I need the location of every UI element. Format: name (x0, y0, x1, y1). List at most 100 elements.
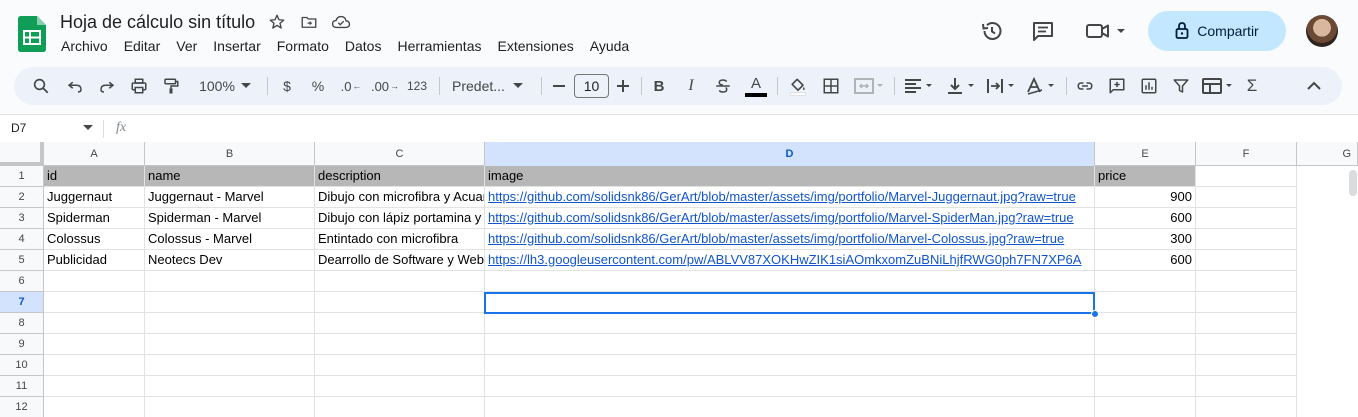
comments-icon[interactable] (1030, 18, 1056, 44)
cell[interactable]: id (44, 166, 145, 187)
cell[interactable] (485, 271, 1095, 292)
cell[interactable] (1196, 313, 1297, 334)
text-wrapping-icon[interactable] (984, 67, 1018, 105)
more-formats-button[interactable]: 123 (404, 67, 430, 105)
star-icon[interactable] (267, 12, 287, 32)
cell[interactable]: name (145, 166, 315, 187)
font-size-decrease-icon[interactable] (550, 67, 568, 105)
row-header[interactable]: 10 (0, 355, 44, 376)
cell[interactable] (145, 355, 315, 376)
row-header[interactable]: 2 (0, 187, 44, 208)
filter-views-icon[interactable] (1200, 67, 1236, 105)
font-family-select[interactable]: Predet... (450, 67, 532, 105)
cell[interactable] (485, 334, 1095, 355)
insert-comment-icon[interactable] (1106, 67, 1128, 105)
cell[interactable] (315, 355, 485, 376)
cell[interactable] (1095, 313, 1196, 334)
undo-icon[interactable] (64, 67, 86, 105)
cell[interactable] (1196, 166, 1297, 187)
filter-icon[interactable] (1170, 67, 1192, 105)
cell[interactable] (1196, 397, 1297, 417)
cell[interactable]: 600 (1095, 250, 1196, 271)
cell[interactable] (145, 397, 315, 417)
cell[interactable] (1196, 271, 1297, 292)
menu-insertar[interactable]: Insertar (205, 36, 268, 56)
column-header-f[interactable]: F (1196, 142, 1297, 166)
cell[interactable] (315, 271, 485, 292)
horizontal-align-icon[interactable] (902, 67, 936, 105)
cell[interactable] (1095, 397, 1196, 417)
row-header[interactable]: 7 (0, 292, 44, 313)
menu-datos[interactable]: Datos (337, 36, 390, 56)
cell[interactable]: description (315, 166, 485, 187)
row-header[interactable]: 1 (0, 166, 44, 187)
row-header[interactable]: 8 (0, 313, 44, 334)
cell[interactable]: Colossus - Marvel (145, 229, 315, 250)
cell[interactable]: 900 (1095, 187, 1196, 208)
row-header[interactable]: 11 (0, 376, 44, 397)
cell[interactable] (145, 376, 315, 397)
percent-format-button[interactable]: % (309, 67, 327, 105)
row-header[interactable]: 9 (0, 334, 44, 355)
borders-icon[interactable] (820, 67, 842, 105)
cell[interactable]: Spiderman (44, 208, 145, 229)
fill-color-icon[interactable] (786, 67, 810, 105)
paint-format-icon[interactable] (160, 67, 182, 105)
cell[interactable] (1196, 376, 1297, 397)
cell[interactable] (44, 376, 145, 397)
row-header[interactable]: 4 (0, 229, 44, 250)
menu-formato[interactable]: Formato (269, 36, 337, 56)
cell[interactable] (1196, 250, 1297, 271)
row-header[interactable]: 5 (0, 250, 44, 271)
cell[interactable] (44, 292, 145, 313)
sheets-logo-icon[interactable] (18, 16, 46, 52)
cell[interactable] (145, 334, 315, 355)
cell[interactable]: Dibujo con lápiz portamina y (315, 208, 485, 229)
cell[interactable] (1196, 355, 1297, 376)
column-header-g[interactable]: G (1297, 142, 1358, 166)
column-header-b[interactable]: B (145, 142, 315, 166)
document-title[interactable]: Hoja de cálculo sin título (60, 12, 255, 33)
menu-ayuda[interactable]: Ayuda (582, 36, 637, 56)
cell[interactable]: Publicidad (44, 250, 145, 271)
cell[interactable] (485, 397, 1095, 417)
meet-video-icon[interactable] (1083, 18, 1127, 44)
menu-extensiones[interactable]: Extensiones (489, 36, 581, 56)
cell[interactable] (44, 334, 145, 355)
cell[interactable]: Neotecs Dev (145, 250, 315, 271)
print-icon[interactable] (128, 67, 150, 105)
cell[interactable] (315, 397, 485, 417)
increase-decimals-button[interactable]: .00 → (370, 67, 400, 105)
cell[interactable] (1095, 355, 1196, 376)
fill-handle[interactable] (1091, 310, 1099, 318)
cell[interactable] (315, 334, 485, 355)
cell[interactable] (44, 355, 145, 376)
insert-chart-icon[interactable] (1138, 67, 1160, 105)
cell[interactable] (145, 292, 315, 313)
cell[interactable] (1095, 292, 1196, 313)
cell[interactable]: Dearrollo de Software y Web (315, 250, 485, 271)
cell[interactable]: image (485, 166, 1095, 187)
menu-editar[interactable]: Editar (116, 36, 169, 56)
select-all-corner[interactable] (0, 142, 44, 166)
row-header[interactable]: 12 (0, 397, 44, 417)
search-menus-icon[interactable] (30, 67, 52, 105)
cell[interactable]: price (1095, 166, 1196, 187)
avatar[interactable] (1306, 15, 1338, 47)
chevron-down-icon[interactable] (83, 125, 93, 131)
merge-cells-icon[interactable] (852, 67, 886, 105)
cell[interactable]: 300 (1095, 229, 1196, 250)
italic-icon[interactable]: I (682, 67, 700, 105)
cell[interactable]: 600 (1095, 208, 1196, 229)
collapse-toolbar-icon[interactable] (1302, 67, 1326, 105)
name-box[interactable]: D7 (11, 121, 26, 135)
cell[interactable] (1196, 229, 1297, 250)
cell[interactable] (44, 271, 145, 292)
font-size-input[interactable]: 10 (574, 74, 609, 98)
column-header-e[interactable]: E (1095, 142, 1196, 166)
cell[interactable]: Dibujo con microfibra y Acuarela (315, 187, 485, 208)
column-header-d[interactable]: D (485, 142, 1095, 166)
cell[interactable] (485, 376, 1095, 397)
cell[interactable] (485, 313, 1095, 334)
column-header-c[interactable]: C (315, 142, 485, 166)
